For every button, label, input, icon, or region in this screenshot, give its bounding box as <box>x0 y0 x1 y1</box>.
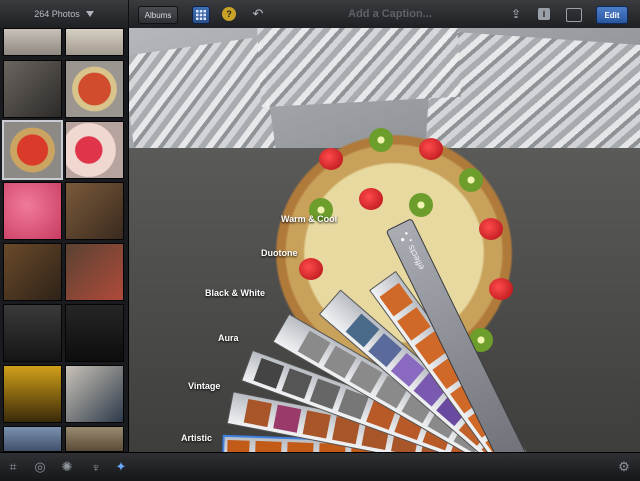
strawberry <box>479 218 503 240</box>
photo-thumbnail[interactable] <box>65 365 124 423</box>
photo-thumbnail[interactable] <box>65 121 124 179</box>
share-button[interactable]: ⇪ <box>508 6 524 22</box>
photo-thumbnail[interactable] <box>3 28 62 56</box>
fan-label-aura[interactable]: Aura <box>218 333 239 343</box>
exposure-button[interactable]: ✺ <box>59 459 75 475</box>
fan-label-warm-cool[interactable]: Warm & Cool <box>281 214 337 224</box>
photo-count-label: 264 Photos <box>34 9 80 19</box>
photo-thumbnail[interactable] <box>3 426 62 452</box>
albums-button[interactable]: Albums <box>138 6 178 24</box>
kiwi-slice <box>459 168 483 192</box>
straighten-icon: ◎ <box>34 459 46 474</box>
photo-thumbnail[interactable] <box>65 60 124 118</box>
photo-thumbnail[interactable] <box>3 243 62 301</box>
top-toolbar: 264 Photos Albums ? ↶ Add a Caption... ⇪… <box>0 0 640 29</box>
crop-icon: ⌗ <box>9 459 17 474</box>
chevron-down-icon <box>85 11 94 17</box>
caption-field[interactable]: Add a Caption... <box>320 6 460 22</box>
brushes-button[interactable]: ♆ <box>88 459 104 475</box>
undo-button[interactable]: ↶ <box>250 6 266 22</box>
gear-icon: ⚙ <box>618 459 630 474</box>
photo-thumbnail[interactable] <box>3 182 62 240</box>
kiwi-slice <box>469 328 493 352</box>
palette-icon: ✺ <box>61 459 73 474</box>
kiwi-slice <box>409 193 433 217</box>
info-button[interactable]: i <box>538 8 550 20</box>
fan-label-vintage[interactable]: Vintage <box>188 381 220 391</box>
photo-thumbnail[interactable] <box>65 182 124 240</box>
crop-button[interactable]: ⌗ <box>5 459 21 475</box>
photo-thumbnail[interactable] <box>3 60 62 118</box>
fullscreen-button[interactable] <box>566 8 582 22</box>
share-icon: ⇪ <box>510 7 522 21</box>
strawberry <box>319 148 343 170</box>
strawberry <box>419 138 443 160</box>
photo-thumbnail[interactable] <box>3 304 62 362</box>
strawberry <box>299 258 323 280</box>
fan-label-artistic[interactable]: Artistic <box>181 433 212 443</box>
edit-button[interactable]: Edit <box>596 6 628 24</box>
sparkle-icon: ✦ <box>115 459 127 474</box>
brushes-icon: ♆ <box>91 459 101 475</box>
grid-button[interactable] <box>192 6 210 24</box>
fan-label-duotone[interactable]: Duotone <box>261 248 298 258</box>
bottom-toolbar: ⌗ ◎ ✺ ♆ ✦ ⚙ <box>0 452 640 481</box>
settings-button[interactable]: ⚙ <box>616 459 632 475</box>
effects-button[interactable]: ✦ <box>113 459 129 475</box>
photo-count-dropdown[interactable]: 264 Photos <box>0 0 129 28</box>
grid-icon <box>196 10 206 20</box>
photo-thumbnail-sidebar[interactable] <box>0 28 129 452</box>
undo-icon: ↶ <box>252 6 264 21</box>
photo-thumbnail[interactable] <box>65 243 124 301</box>
photo-thumbnail[interactable] <box>65 426 124 452</box>
photo-thumbnail[interactable] <box>3 365 62 423</box>
straighten-button[interactable]: ◎ <box>32 459 48 475</box>
strawberry <box>489 278 513 300</box>
strawberry <box>359 188 383 210</box>
photo-thumbnail[interactable] <box>65 304 124 362</box>
photo-thumbnail-selected[interactable] <box>2 120 63 180</box>
help-button[interactable]: ? <box>222 7 236 21</box>
photo-thumbnail[interactable] <box>65 28 124 56</box>
kiwi-slice <box>369 128 393 152</box>
fan-label-black-white[interactable]: Black & White <box>205 288 265 298</box>
